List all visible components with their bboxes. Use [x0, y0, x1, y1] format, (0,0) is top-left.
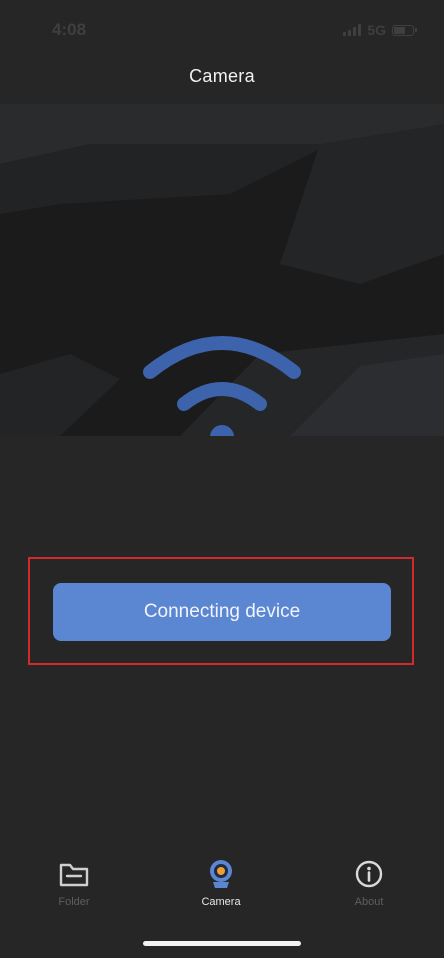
tab-bar: Folder Camera About: [0, 858, 444, 928]
status-bar: 4:08 5G: [0, 0, 444, 62]
status-indicators: 5G: [343, 22, 417, 38]
connecting-device-button[interactable]: Connecting device: [53, 583, 391, 641]
tab-camera[interactable]: Camera: [171, 858, 271, 918]
hero-banner: [0, 104, 444, 436]
tab-camera-label: Camera: [201, 896, 241, 908]
page-title: Camera: [189, 66, 255, 86]
status-time: 4:08: [52, 20, 87, 39]
tab-about-label: About: [354, 896, 384, 908]
info-icon: [354, 858, 384, 890]
tab-folder[interactable]: Folder: [24, 858, 124, 918]
tab-about[interactable]: About: [319, 858, 419, 918]
signal-bars-icon: [343, 24, 362, 36]
home-indicator[interactable]: [143, 941, 301, 946]
network-type: 5G: [367, 22, 386, 38]
wifi-icon: [143, 336, 301, 436]
camera-icon: [205, 858, 237, 890]
battery-icon: [392, 24, 417, 36]
tab-folder-label: Folder: [58, 896, 90, 908]
folder-icon: [58, 858, 90, 890]
